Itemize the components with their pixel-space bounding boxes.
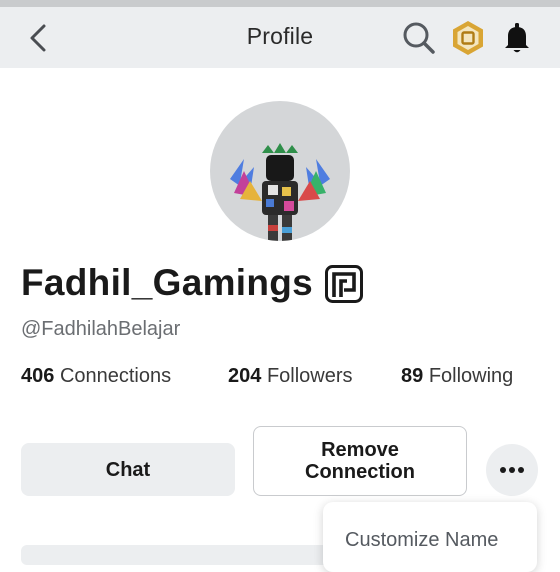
connections-stat[interactable]: 406 Connections [21,365,171,388]
options-menu: Customize Name [323,502,537,572]
username: @FadhilahBelajar [21,318,181,340]
following-count: 89 [401,365,424,387]
currency-button[interactable] [449,19,487,57]
content-card [21,545,331,565]
robux-currency-icon [453,21,483,55]
more-options-button[interactable] [486,444,538,496]
following-stat[interactable]: 89 Following [401,365,513,388]
verified-badge-icon [324,264,364,304]
remove-connection-button[interactable]: Remove Connection [253,426,467,496]
search-button[interactable] [400,19,438,57]
following-label: Following [428,365,514,387]
display-name: Fadhil_Gamings [21,262,314,303]
followers-stat[interactable]: 204 Followers [228,365,353,388]
notifications-button[interactable] [498,19,536,57]
top-app-bar: Profile [0,7,560,68]
avatar[interactable] [210,101,350,241]
chat-button[interactable]: Chat [21,443,235,496]
remove-connection-label: Remove Connection [305,439,415,483]
status-bar [0,0,560,7]
followers-count: 204 [228,365,262,387]
bell-icon [505,23,529,53]
avatar-image [230,143,330,241]
followers-label: Followers [266,365,353,387]
connections-count: 406 [21,365,55,387]
search-icon [403,22,435,54]
more-dots-icon [500,467,524,473]
connections-label: Connections [59,365,172,387]
menu-item-customize-name[interactable]: Customize Name [345,529,498,552]
